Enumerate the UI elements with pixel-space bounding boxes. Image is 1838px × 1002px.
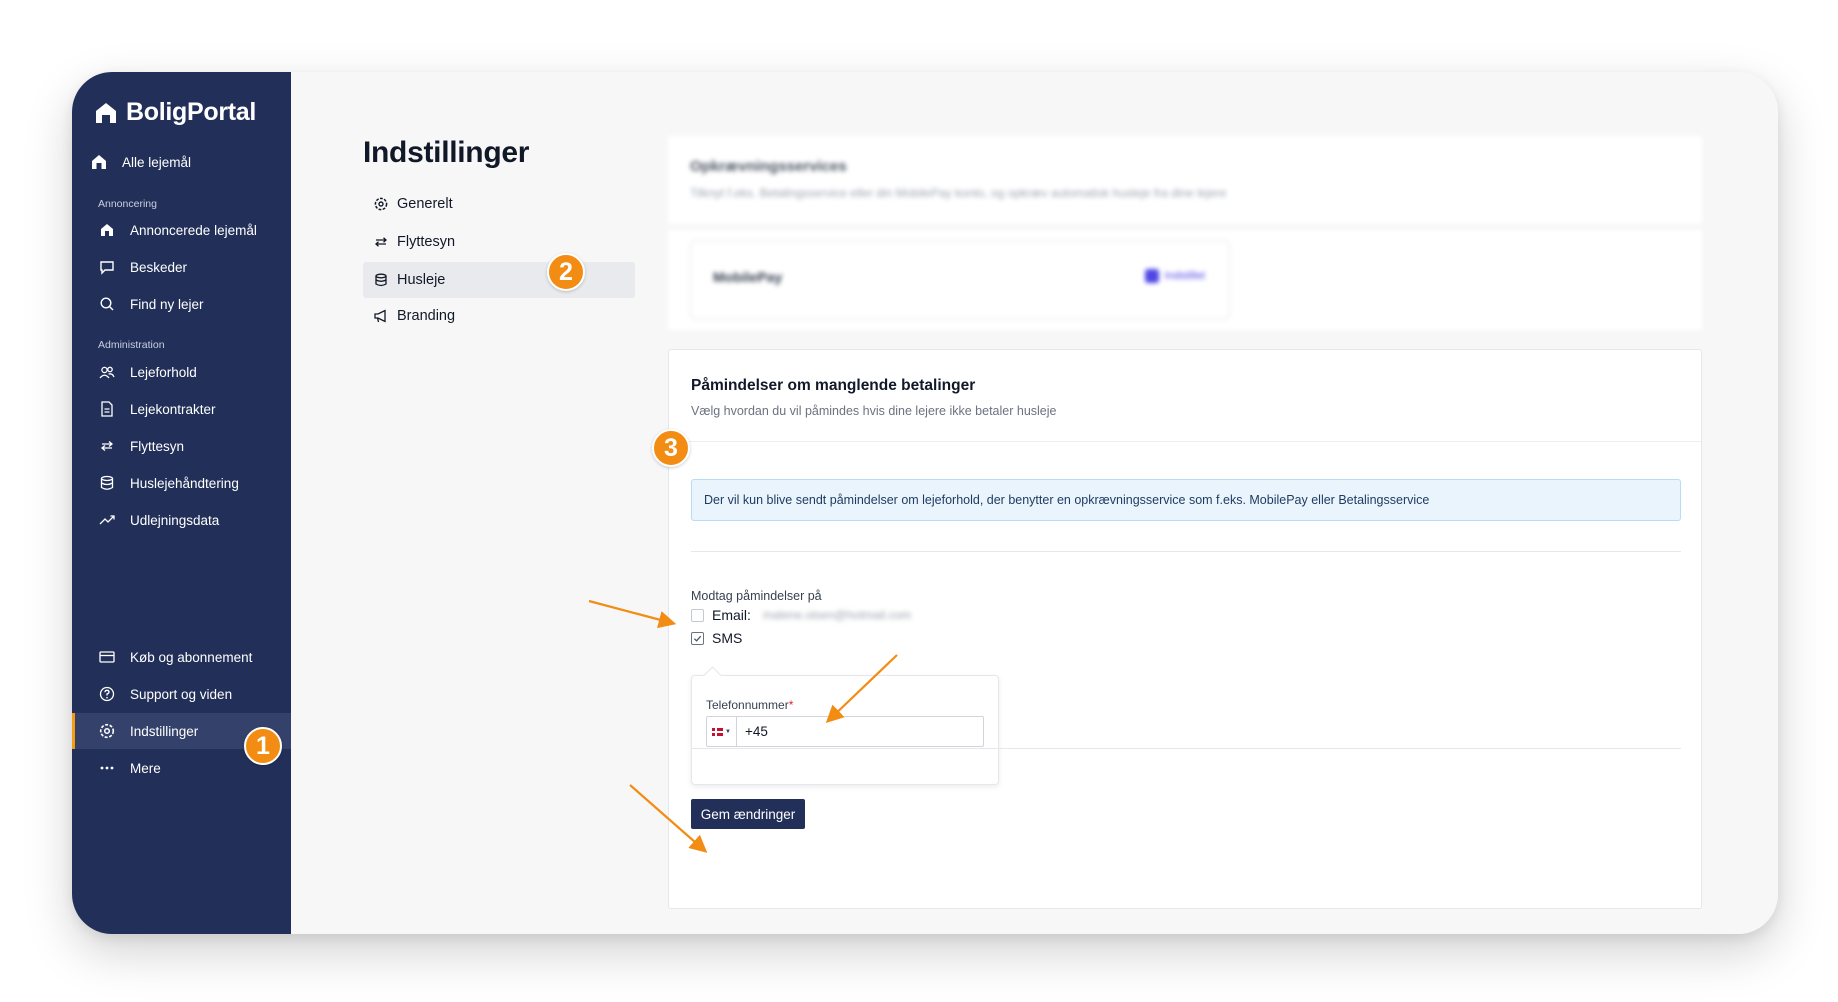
settings-tab-label: Branding [397,308,456,324]
footer-divider [691,748,1681,749]
settings-tab-label: Husleje [397,272,446,288]
provider-status-label: Indstillet [1164,270,1205,282]
users-icon [99,366,115,379]
brand-logo[interactable]: BoligPortal [94,98,256,127]
checkmark-icon [693,635,702,642]
mobilepay-provider[interactable]: MobilePay Indstillet [690,240,1230,320]
country-code-select[interactable]: ▼ [707,717,737,746]
settings-icon [374,197,388,211]
section-divider [691,551,1681,552]
sidebar: BoligPortal Alle lejemål Annoncering Ann… [72,72,291,934]
email-option-label: Email: [712,607,751,623]
reminders-title: Påmindelser om manglende betalinger [691,377,976,394]
help-icon [99,686,115,702]
sidebar-item-label: Beskeder [130,259,188,275]
denmark-flag-icon [712,727,724,736]
collection-card-body: MobilePay Indstillet [668,230,1702,330]
annotation-badge-3: 3 [652,429,690,467]
sidebar-item-label: Find ny lejer [130,296,204,312]
sidebar-item-label: Lejeforhold [130,364,197,380]
collection-card-title: Opkrævningsservices [690,158,847,175]
settings-tab-rent[interactable]: Husleje [363,262,635,298]
sidebar-item-all-rentals[interactable]: Alle lejemål [72,144,291,180]
megaphone-icon [374,309,386,323]
chat-icon [100,261,114,275]
sidebar-item-subscription[interactable]: Køb og abonnement [72,639,291,675]
page-title: Indstillinger [363,136,530,169]
settings-tab-label: Flyttesyn [397,234,456,250]
sidebar-item-label: Mere [130,760,161,776]
provider-logo-icon [1144,269,1159,283]
info-alert: Der vil kun blive sendt påmindelser om l… [691,479,1681,521]
settings-tab-branding[interactable]: Branding [363,298,635,334]
sidebar-item-contracts[interactable]: Lejekontrakter [72,391,291,427]
sidebar-item-find-tenant[interactable]: Find ny lejer [72,286,291,322]
app-window: BoligPortal Alle lejemål Annoncering Ann… [72,72,1778,934]
provider-name: MobilePay [713,269,783,285]
settings-tab-inspection[interactable]: Flyttesyn [363,224,635,260]
swap-arrows-icon [100,441,114,451]
sidebar-section-advertising: Annoncering [98,198,157,210]
collection-card-header: Opkrævningsservices Tilknyt f.eks. Betal… [668,136,1702,224]
caret-down-icon: ▼ [725,728,731,735]
sidebar-item-label: Udlejningsdata [130,512,220,528]
card-icon [99,651,115,663]
email-option[interactable]: Email: malene.olsen@hotmail.com [691,607,911,623]
payment-reminders-card: Påmindelser om manglende betalinger Vælg… [668,349,1702,909]
sidebar-item-label: Huslejehåndtering [130,475,239,491]
sidebar-item-rental-data[interactable]: Udlejningsdata [72,502,291,538]
logo-house-icon [96,102,116,123]
required-marker: * [788,698,794,712]
sidebar-section-admin: Administration [98,339,165,351]
house-icon [92,155,106,169]
sidebar-item-label: Indstillinger [130,723,199,739]
sidebar-item-messages[interactable]: Beskeder [72,249,291,285]
document-icon [101,401,113,417]
collection-services-card: Opkrævningsservices Tilknyt f.eks. Betal… [668,136,1702,331]
database-icon [100,475,114,490]
phone-number-label: Telefonnummer* [706,698,793,712]
sidebar-item-rent-management[interactable]: Huslejehåndtering [72,465,291,501]
sidebar-item-label: Alle lejemål [122,154,192,170]
sidebar-item-label: Køb og abonnement [130,649,253,665]
sidebar-item-label: Lejekontrakter [130,401,216,417]
phone-number-input[interactable]: +45 [737,724,768,739]
sms-checkbox[interactable] [691,631,704,645]
email-address: malene.olsen@hotmail.com [762,608,912,622]
search-icon [100,297,114,311]
swap-arrows-icon [375,237,387,247]
annotation-badge-2: 2 [547,253,585,291]
sidebar-item-label: Flyttesyn [130,438,185,454]
house-icon [101,224,113,236]
settings-tab-label: Generelt [397,196,453,212]
sidebar-item-inspection[interactable]: Flyttesyn [72,428,291,464]
collection-card-subtitle: Tilknyt f.eks. Betalingsservice eller di… [690,186,1227,200]
sidebar-item-label: Annoncerede lejemål [130,222,257,238]
receive-reminders-label: Modtag påmindelser på [691,589,822,603]
phone-number-field[interactable]: ▼ +45 [706,716,984,747]
sidebar-item-advertised[interactable]: Annoncerede lejemål [72,212,291,248]
provider-status: Indstillet [1144,269,1205,283]
trend-icon [99,515,115,525]
sms-option-label: SMS [712,630,743,646]
more-icon [100,766,114,770]
save-changes-button[interactable]: Gem ændringer [691,799,805,829]
email-checkbox[interactable] [691,608,704,622]
annotation-badge-1: 1 [244,727,282,765]
settings-tab-general[interactable]: Generelt [363,186,635,222]
settings-icon [99,723,115,739]
card-divider [669,441,1701,442]
sidebar-item-support[interactable]: Support og viden [72,676,291,712]
sidebar-item-label: Support og viden [130,686,233,702]
reminders-subtitle: Vælg hvordan du vil påmindes hvis dine l… [691,404,1057,418]
main-content: Indstillinger Generelt Flyttesyn Husleje… [291,72,1778,934]
sidebar-item-tenancies[interactable]: Lejeforhold [72,354,291,390]
phone-number-label-text: Telefonnummer [706,698,789,712]
database-icon [375,273,387,287]
sms-option[interactable]: SMS [691,630,742,646]
brand-name: BoligPortal [126,98,257,126]
phone-number-panel: Telefonnummer* ▼ +45 [691,675,999,785]
